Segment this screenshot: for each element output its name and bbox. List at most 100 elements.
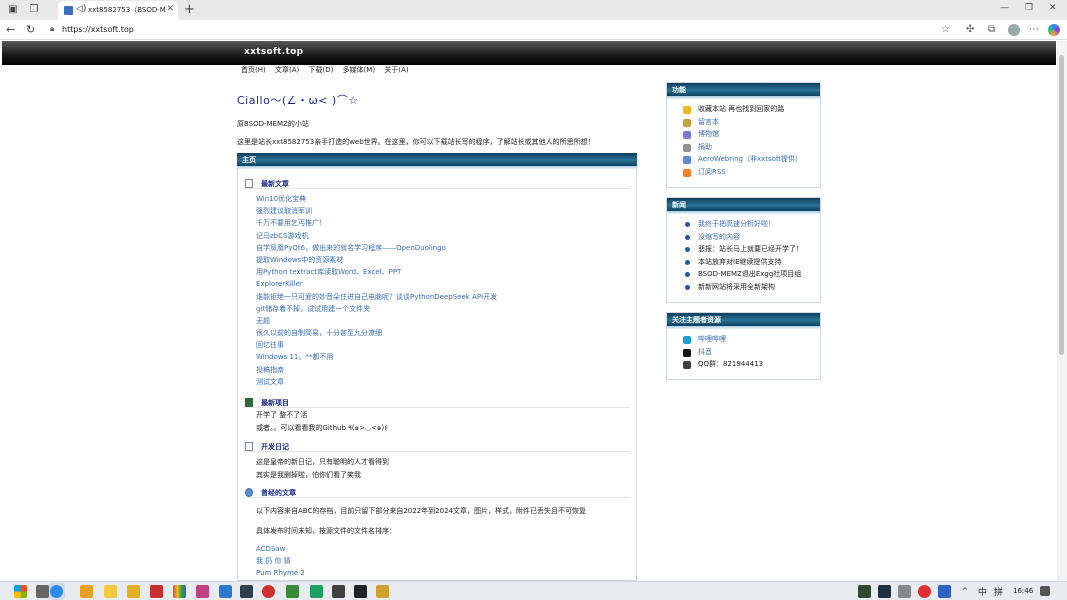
clock[interactable]: 16:46 [1013,587,1033,595]
menu-home[interactable]: 首页(H) [241,66,266,74]
minimize-icon[interactable]: — [1000,3,1009,13]
search-icon[interactable] [80,585,93,598]
back-icon[interactable]: ← [6,23,15,36]
browser-tab-active[interactable]: ◁) xxt8582753（BSOD-MEMZ） ✕ [58,1,178,20]
article-link[interactable]: 很久以前的自制简易，十分甚至九分潦细 [256,327,630,339]
refresh-icon[interactable]: ↻ [26,23,35,36]
file-explorer-icon[interactable] [104,585,117,598]
vscode-icon[interactable] [219,585,232,598]
app-icon[interactable] [196,585,209,598]
sidebar-item[interactable]: 留言本 [681,116,820,129]
article-link[interactable]: 用Python textract库读取Word、Excel、PPT [256,266,630,278]
tab-actions-icon[interactable]: ❐ [27,3,41,17]
sidebar-item[interactable]: 订阅RSS [681,166,820,179]
article-link[interactable]: 回忆往事 [256,339,630,351]
sidebar-item-label[interactable]: 哔哩哔哩 [698,333,726,346]
address-bar[interactable]: 🔒︎ https://xxtsoft.top [44,22,956,38]
menu-about[interactable]: 关于(A) [384,66,408,74]
menu-articles[interactable]: 文章(A) [275,66,299,74]
sidebar-item-label[interactable]: 博物馆 [698,128,719,141]
webring-icon [683,156,691,165]
sidebar-item[interactable]: 我终于把高速分析好啦！ [681,218,820,231]
article-link[interactable]: 自学凤凰PyQt6，做出来的就名学习程序——OpenDuolingo [256,242,630,254]
article-link[interactable]: 无题 [256,315,630,327]
article-link[interactable]: 谁能拒绝一只可爱的妙音朵住进自己电脑呢？谈谈PythonDeepSeek API… [256,291,630,303]
sidebar-item[interactable]: 没缩写的内容 [681,231,820,244]
copilot-icon[interactable] [1048,24,1060,36]
sidebar-item-label[interactable]: 捐助 [698,141,712,154]
sidebar-item-label[interactable]: 留言本 [698,116,719,129]
article-link[interactable]: 提取Windows中的资源素材 [256,254,630,266]
app-icon[interactable] [286,585,299,598]
url-text[interactable]: https://xxtsoft.top [62,25,134,34]
article-link[interactable]: 投稿指南 [256,364,630,376]
site-title[interactable]: xxtsoft.top [244,47,303,57]
tray-app-icon[interactable] [938,585,951,598]
favorite-star-icon[interactable]: ☆ [941,24,950,35]
sidebar-item[interactable]: 抖音 [681,346,820,359]
tray-app-icon[interactable] [918,585,931,598]
collections-icon[interactable]: ⧉ [988,24,995,35]
paint-icon[interactable] [173,585,186,598]
app-icon[interactable] [150,585,163,598]
app-icon[interactable] [262,585,275,598]
article-link[interactable]: Win10优化宝典 [256,193,630,205]
page-scrollbar[interactable] [1057,41,1067,581]
article-link[interactable]: ExplorerKiller [256,278,630,290]
edge-icon[interactable] [50,585,63,598]
ime-indicator[interactable]: 中 [978,585,987,598]
workspaces-icon[interactable]: ▣ [6,3,20,17]
profile-avatar[interactable] [1008,24,1020,36]
old-article-link[interactable]: Pum Rhyme 2 [256,567,630,579]
article-link[interactable]: Windows 11，**都不用 [256,351,630,363]
maximize-icon[interactable]: ❐ [1025,3,1033,13]
tray-chevron-icon[interactable]: ^ [962,587,968,595]
sidebar-item[interactable]: 哔哩哔哩 [681,333,820,346]
old-article-link[interactable]: ACDSaw [256,543,630,555]
lock-icon[interactable]: 🔒︎ [50,24,54,34]
article-link[interactable]: 测试文章 [256,376,630,388]
article-link[interactable]: 记马zbCS游戏机 [256,230,630,242]
app-icon[interactable] [354,585,367,598]
sidebar-item-label[interactable]: 抖音 [698,346,712,359]
app-icon[interactable] [332,585,345,598]
app-icon[interactable] [310,585,323,598]
dev-log-title: 开发日记 [261,443,289,451]
tray-app-icon[interactable] [898,585,911,598]
sidebar-item: 新新网站将采用全新架构 [681,281,820,294]
more-menu-icon[interactable]: ⋯ [1029,24,1039,35]
sidebar-item[interactable]: AeroWebring（非xxtsoft提供） [681,153,820,166]
scroll-thumb[interactable] [1059,55,1064,355]
terminal-icon[interactable] [240,585,253,598]
article-link[interactable]: 千万不要用乞丐推广！ [256,217,630,229]
article-link[interactable]: git储存着不掉，试试用建一个文件夹 [256,303,630,315]
sidebar-item[interactable]: 捐助 [681,141,820,154]
sidebar-item[interactable]: 博物馆 [681,128,820,141]
sidebar-item-label[interactable]: 订阅RSS [698,166,726,179]
sidebar-item-label[interactable]: 我终于把高速分析好啦！ [698,218,775,231]
project-github-text[interactable]: 或者。。可以看看我的Github ٩(๑>◡<๑)۶ [256,424,388,432]
sidebar-item-label[interactable]: AeroWebring（非xxtsoft提供） [698,153,802,166]
app-icon[interactable] [376,585,389,598]
menu-downloads[interactable]: 下载(D) [308,66,333,74]
close-window-icon[interactable]: ✕ [1049,3,1057,13]
book-icon [245,398,253,407]
tray-app-icon[interactable] [878,585,891,598]
new-tab-icon[interactable]: + [184,2,195,17]
site-tagline: Ciallo～(∠・ω< )⌒☆ [237,94,359,107]
site-favicon-icon [64,6,73,15]
close-tab-icon[interactable]: ✕ [166,4,174,14]
speaker-icon[interactable]: ◁) [76,4,86,14]
extensions-icon[interactable]: ✣ [966,24,974,35]
old-article-link[interactable]: 我 扔 你 猜 [256,555,630,567]
latest-articles-title: 最新文章 [261,180,289,188]
menu-multimedia[interactable]: 多媒体(M) [343,66,376,74]
start-icon[interactable] [14,585,27,598]
notes-icon[interactable] [127,585,140,598]
sidebar-item-label[interactable]: 没缩写的内容 [698,231,740,244]
ime-mode-indicator[interactable]: 拼 [994,585,1003,598]
article-link[interactable]: 强烈建议取消军训 [256,205,630,217]
tray-app-icon[interactable] [858,585,871,598]
notification-icon[interactable] [1040,586,1050,596]
task-view-icon[interactable] [36,585,49,598]
